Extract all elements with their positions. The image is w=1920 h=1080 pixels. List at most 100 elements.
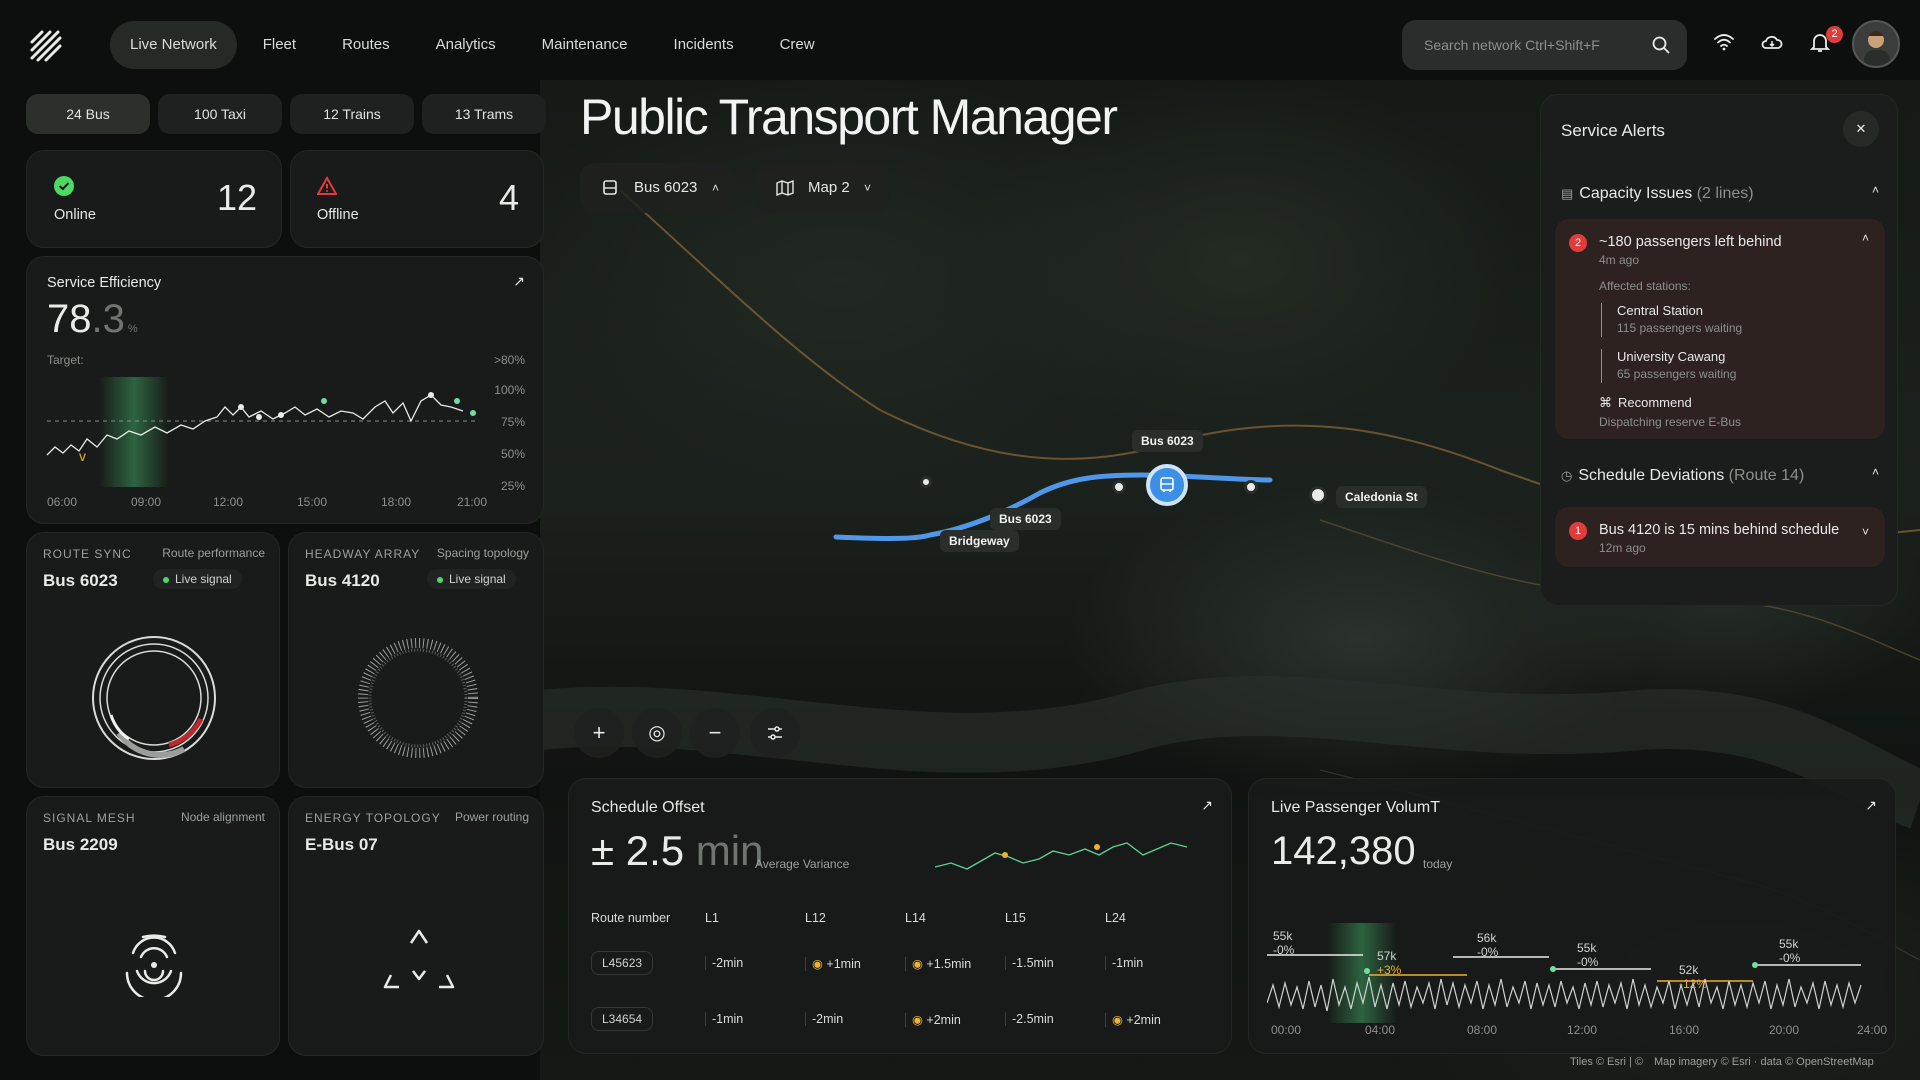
list-icon: ▤ <box>1561 186 1574 201</box>
volume-title: Live Passenger VolumT <box>1271 799 1440 816</box>
headway-sub: Spacing topology <box>436 546 529 560</box>
close-icon: ✕ <box>1855 121 1867 136</box>
energy-header: ENERGY TOPOLOGY <box>305 811 441 825</box>
cloud-icon[interactable] <box>1760 30 1784 54</box>
map-settings-button[interactable] <box>750 708 800 758</box>
bus-map-label[interactable]: Bus 6023 <box>1132 430 1203 452</box>
nav-routes[interactable]: Routes <box>322 21 410 69</box>
map-selector[interactable]: Map 2 ˅ <box>756 163 890 213</box>
logo-icon[interactable] <box>28 28 64 64</box>
vehicle-tabs: 24 Bus 100 Taxi 12 Trains 13 Trams <box>26 94 546 134</box>
volume-annotation: 55k -0% <box>1273 929 1295 957</box>
nav-analytics[interactable]: Analytics <box>416 21 516 69</box>
capacity-title: Capacity Issues <box>1579 185 1693 202</box>
chevron-up-icon[interactable]: ˄ <box>1872 183 1879 197</box>
nav-fleet[interactable]: Fleet <box>243 21 316 69</box>
chevron-up-icon[interactable]: ˄ <box>1862 231 1869 245</box>
offline-label: Offline <box>317 207 359 223</box>
deviation-item-title: Bus 4120 is 15 mins behind schedule <box>1599 522 1840 538</box>
nav-maintenance[interactable]: Maintenance <box>522 21 648 69</box>
close-alerts-button[interactable]: ✕ <box>1843 111 1879 147</box>
schedule-prefix: ± <box>591 827 615 874</box>
capacity-issues-header[interactable]: ▤ Capacity Issues (2 lines) <box>1561 185 1754 203</box>
stop-label-bridgeway[interactable]: Bridgeway <box>940 530 1019 552</box>
efficiency-xtick-5: 21:00 <box>457 495 488 509</box>
offset-cell: -1min <box>705 991 805 1047</box>
deviation-route: (Route 14) <box>1728 467 1805 484</box>
route-stop-dot[interactable] <box>1309 486 1327 504</box>
page-title: Public Transport Manager <box>580 89 1118 145</box>
locate-button[interactable]: ◎ <box>632 708 682 758</box>
online-card: Online 12 <box>26 150 282 248</box>
deviation-item-time: 12m ago <box>1599 541 1646 555</box>
energy-topology-card[interactable]: ENERGY TOPOLOGY Power routing E-Bus 07 <box>288 796 544 1056</box>
route-sync-card[interactable]: ROUTE SYNC Route performance Bus 6023 Li… <box>26 532 280 788</box>
efficiency-xtick-1: 09:00 <box>131 495 162 509</box>
volume-xtick: 16:00 <box>1669 1023 1700 1037</box>
chevron-up-icon[interactable]: ˄ <box>1872 465 1879 479</box>
bus-icon <box>603 180 617 195</box>
schedule-caption: Average Variance <box>755 857 850 871</box>
offset-cell: -2.5min <box>1005 991 1105 1047</box>
bus-map-label[interactable]: Bus 6023 <box>990 508 1061 530</box>
route-stop-dot[interactable] <box>1112 480 1126 494</box>
tab-trains[interactable]: 12 Trains <box>290 94 414 134</box>
route-cell: L34654 <box>591 991 705 1047</box>
volume-xtick: 24:00 <box>1857 1023 1888 1037</box>
efficiency-ytick-0: >80% <box>493 353 525 367</box>
expand-arrow-icon[interactable]: ↗ <box>1865 797 1877 814</box>
efficiency-chart: v <box>46 377 477 487</box>
vehicle-selector[interactable]: Bus 6023 ˄ <box>580 163 734 213</box>
capacity-issue-item[interactable]: 2 ~180 passengers left behind 4m ago ˄ A… <box>1555 219 1885 439</box>
deviation-item[interactable]: 1 Bus 4120 is 15 mins behind schedule 12… <box>1555 507 1885 567</box>
signal-mesh-card[interactable]: SIGNAL MESH Node alignment Bus 2209 <box>26 796 280 1056</box>
zoom-out-button[interactable]: − <box>690 708 740 758</box>
offset-cell: ◉ +2min <box>1105 991 1211 1047</box>
efficiency-xtick-0: 06:00 <box>47 495 78 509</box>
tab-taxi[interactable]: 100 Taxi <box>158 94 282 134</box>
deviation-title: Schedule Deviations <box>1578 467 1725 484</box>
volume-annotation: 56k -0% <box>1477 931 1499 959</box>
expand-arrow-icon[interactable]: ↗ <box>1201 797 1213 814</box>
divider <box>1601 349 1602 383</box>
schedule-unit: min <box>695 827 764 874</box>
volume-annotation: 52k -12% <box>1679 963 1708 991</box>
tab-bus[interactable]: 24 Bus <box>26 94 150 134</box>
schedule-deviations-header[interactable]: ◷ Schedule Deviations (Route 14) <box>1561 467 1804 485</box>
bus-location-marker[interactable] <box>1146 464 1188 506</box>
table-row[interactable]: L45623 -2min ◉ +1min ◉ +1.5min -1.5min -… <box>591 935 1211 991</box>
chevron-down-icon[interactable]: ˅ <box>1862 525 1869 539</box>
online-count: 12 <box>216 177 257 218</box>
offset-cell: ◉ +1.5min <box>905 935 1005 991</box>
avatar[interactable] <box>1852 20 1900 68</box>
energy-vehicle: E-Bus 07 <box>305 835 378 854</box>
wifi-icon[interactable] <box>1712 30 1736 54</box>
signal-mesh-sub: Node alignment <box>180 810 265 824</box>
schedule-offset-card: Schedule Offset ↗ ± 2.5 min Average Vari… <box>568 778 1232 1054</box>
map-attribution-left: Tiles © Esri | © <box>1570 1056 1644 1068</box>
nav-incidents[interactable]: Incidents <box>654 21 754 69</box>
search-icon[interactable] <box>1651 35 1671 55</box>
headway-vehicle: Bus 4120 <box>305 571 380 590</box>
table-row[interactable]: L34654 -1min -2min ◉ +2min -2.5min ◉ +2m… <box>591 991 1211 1047</box>
expand-arrow-icon[interactable]: ↗ <box>513 273 525 290</box>
efficiency-ytick-3: 50% <box>500 447 525 461</box>
alerts-title: Service Alerts <box>1561 121 1665 140</box>
column-header: L14 <box>905 911 926 925</box>
zoom-in-button[interactable]: + <box>574 708 624 758</box>
service-alerts-panel: Service Alerts ✕ ▤ Capacity Issues (2 lin… <box>1540 94 1898 606</box>
headway-card[interactable]: HEADWAY ARRAY Spacing topology Bus 4120 … <box>288 532 544 788</box>
route-stop-dot[interactable] <box>1244 480 1258 494</box>
stop-label-caledonia[interactable]: Caledonia St <box>1336 486 1427 508</box>
clock-icon: ◷ <box>1561 468 1573 483</box>
route-stop-dot[interactable] <box>920 476 932 488</box>
map-selector-label: Map 2 <box>808 179 850 196</box>
tab-trams[interactable]: 13 Trams <box>422 94 546 134</box>
search-placeholder: Search network Ctrl+Shift+F <box>1424 37 1600 53</box>
signal-mesh-header: SIGNAL MESH <box>43 811 136 825</box>
nav-live-network[interactable]: Live Network <box>110 21 237 69</box>
nav-crew[interactable]: Crew <box>760 21 835 69</box>
search-input[interactable]: Search network Ctrl+Shift+F <box>1402 20 1687 70</box>
map-icon <box>776 180 794 196</box>
issue-title: ~180 passengers left behind <box>1599 234 1782 250</box>
